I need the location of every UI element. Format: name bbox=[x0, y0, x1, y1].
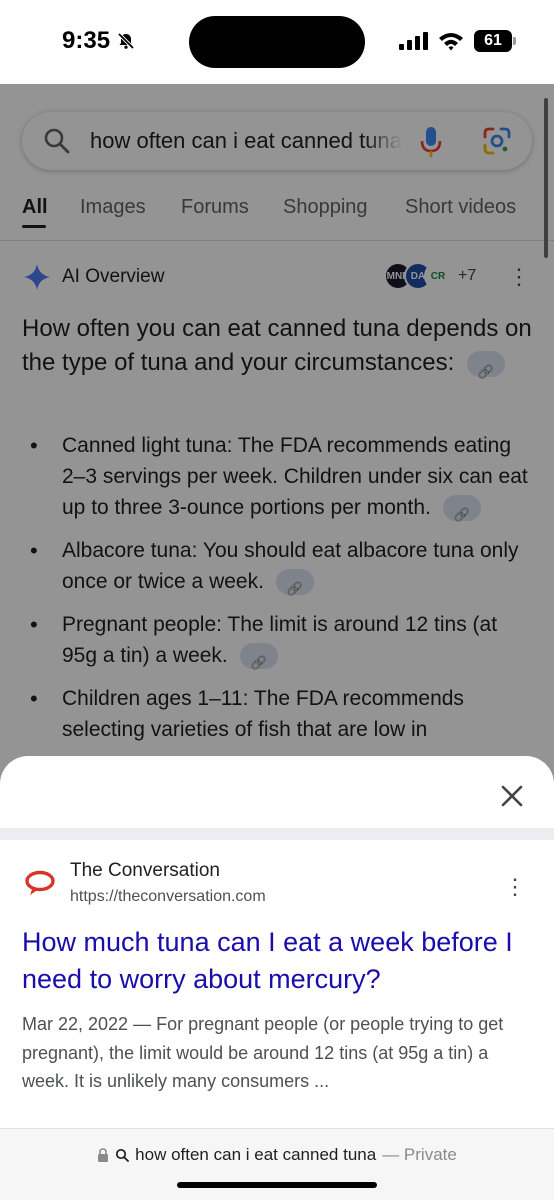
silent-bell-icon bbox=[117, 32, 135, 50]
result-site-name[interactable]: The Conversation bbox=[70, 860, 220, 882]
close-icon bbox=[501, 785, 523, 807]
address-text: how often can i eat canned tuna bbox=[135, 1145, 377, 1164]
home-indicator[interactable] bbox=[177, 1182, 377, 1188]
status-time: 9:35 bbox=[62, 27, 136, 55]
browser-address-bar[interactable]: how often can i eat canned tuna — Privat… bbox=[0, 1128, 554, 1200]
result-snippet: Mar 22, 2022 — For pregnant people (or p… bbox=[22, 1014, 504, 1091]
source-preview-sheet: The Conversation https://theconversation… bbox=[0, 756, 554, 1128]
result-more-options-icon[interactable]: ⋮ bbox=[504, 874, 526, 900]
clock: 9:35 bbox=[62, 27, 111, 54]
lock-icon bbox=[98, 1148, 109, 1162]
dynamic-island bbox=[189, 16, 365, 68]
result-url[interactable]: https://theconversation.com bbox=[70, 888, 266, 906]
sheet-divider bbox=[0, 828, 554, 840]
private-mode-label: — Private bbox=[382, 1145, 457, 1164]
search-icon bbox=[116, 1148, 130, 1162]
signal-icon bbox=[399, 32, 428, 50]
address-field[interactable]: how often can i eat canned tuna — Privat… bbox=[0, 1145, 554, 1165]
modal-scrim[interactable] bbox=[0, 84, 554, 784]
result-title-link[interactable]: How much tuna can I eat a week before I … bbox=[22, 924, 534, 998]
battery-level: 61 bbox=[484, 32, 502, 49]
site-favicon-icon bbox=[25, 870, 55, 895]
close-button[interactable] bbox=[494, 778, 530, 814]
status-indicators: 61 bbox=[398, 30, 516, 52]
wifi-icon bbox=[439, 33, 463, 51]
status-bar: 9:35 61 bbox=[0, 0, 554, 84]
battery-indicator: 61 bbox=[474, 30, 516, 52]
